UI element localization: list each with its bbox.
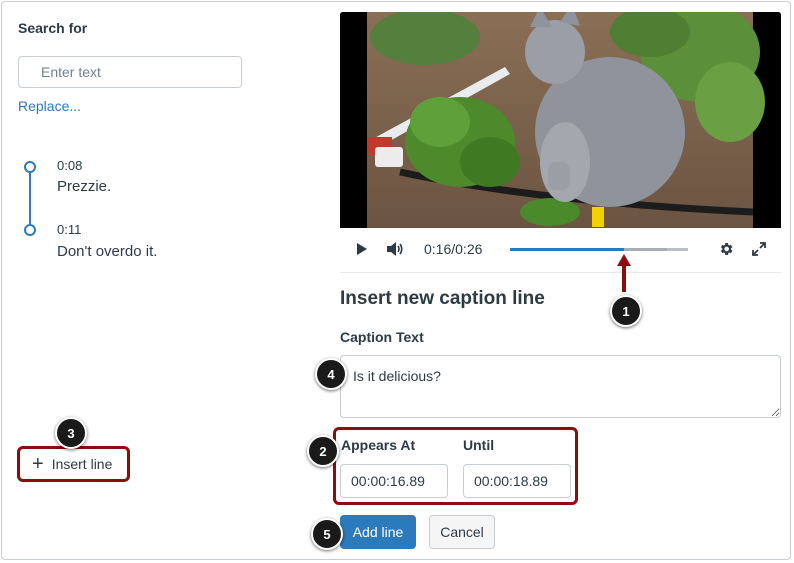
- caption-text-field[interactable]: Is it delicious?: [340, 355, 781, 418]
- caption-time[interactable]: 0:11: [57, 222, 81, 237]
- until-label: Until: [463, 437, 495, 453]
- time-readout: 0:16/0:26: [424, 241, 483, 257]
- video-controls: 0:16/0:26: [340, 228, 781, 273]
- progress-fill: [510, 248, 624, 251]
- play-icon[interactable]: [356, 242, 368, 256]
- volume-icon[interactable]: [386, 241, 404, 257]
- search-label: Search for: [18, 20, 88, 36]
- insert-caption-heading: Insert new caption line: [340, 288, 545, 309]
- video-player[interactable]: [340, 12, 781, 228]
- appears-at-label: Appears At: [341, 437, 416, 453]
- progress-bar[interactable]: [510, 248, 688, 251]
- fullscreen-icon[interactable]: [751, 241, 767, 257]
- settings-gear-icon[interactable]: [718, 241, 734, 257]
- insert-line-label: Insert line: [51, 456, 113, 472]
- timeline-dot: [24, 224, 36, 236]
- annotation-badge-2: 2: [307, 435, 339, 467]
- caption-time[interactable]: 0:08: [57, 158, 82, 173]
- caption-text[interactable]: Don't overdo it.: [57, 243, 157, 260]
- annotation-badge-5: 5: [311, 518, 343, 550]
- caption-text-label: Caption Text: [340, 329, 424, 345]
- replace-link[interactable]: Replace...: [18, 98, 81, 114]
- annotation-badge-3: 3: [55, 417, 87, 449]
- cancel-button[interactable]: Cancel: [429, 515, 495, 549]
- plus-icon: +: [32, 453, 44, 475]
- appears-at-input[interactable]: [340, 464, 448, 498]
- insert-line-button[interactable]: + Insert line: [17, 446, 130, 482]
- timeline-dot: [24, 161, 36, 173]
- until-input[interactable]: [463, 464, 571, 498]
- search-input[interactable]: [18, 56, 242, 88]
- timeline-line: [29, 170, 31, 228]
- annotation-arrow: [617, 254, 631, 292]
- video-frame-image: [340, 12, 781, 228]
- add-line-button[interactable]: Add line: [340, 515, 416, 549]
- annotation-badge-1: 1: [610, 295, 642, 327]
- annotation-badge-4: 4: [315, 358, 347, 390]
- caption-text[interactable]: Prezzie.: [57, 178, 111, 195]
